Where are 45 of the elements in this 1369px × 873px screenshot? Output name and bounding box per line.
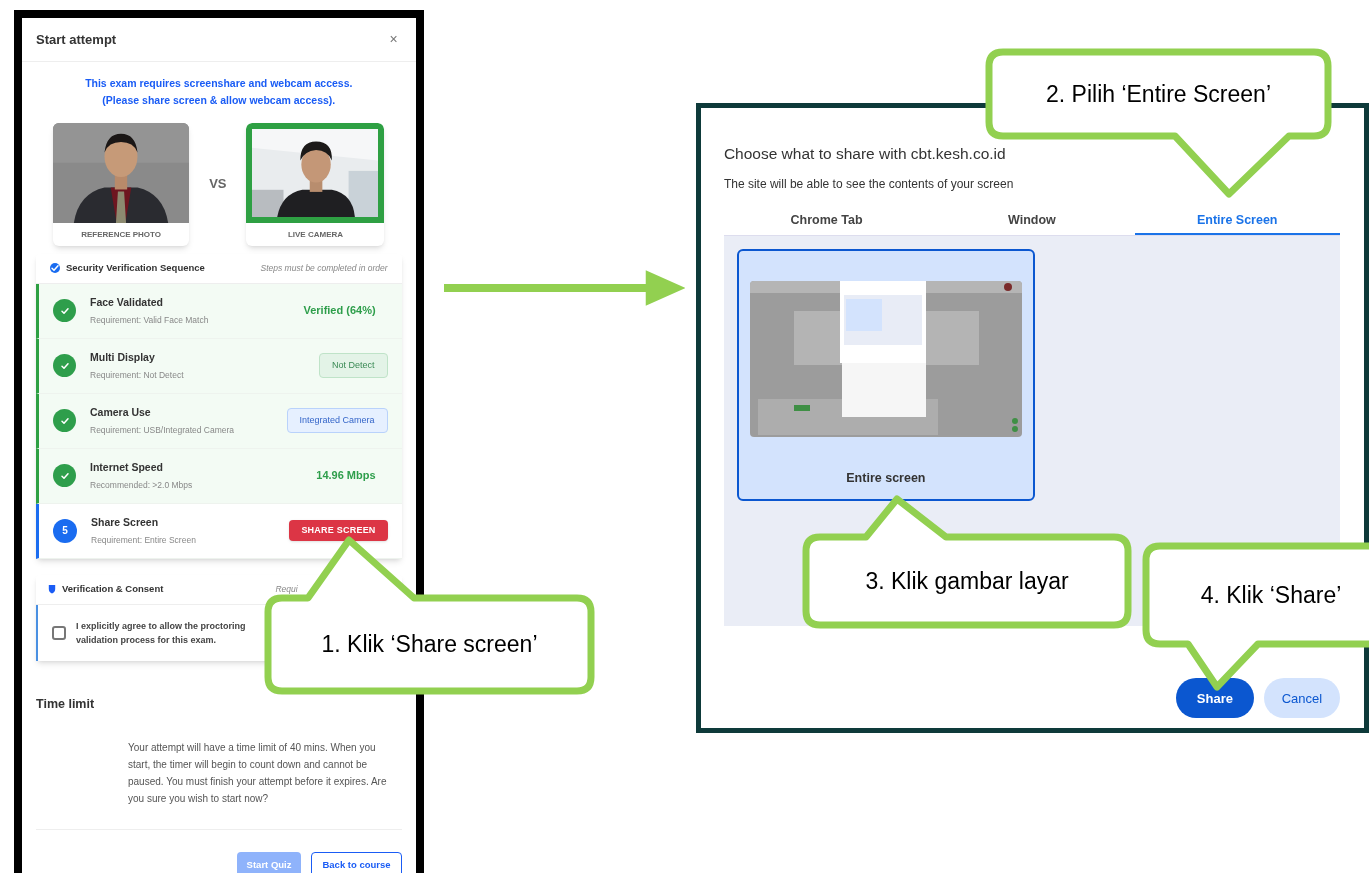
step-requirement: Recommended: >2.0 Mbps — [90, 478, 194, 492]
source-tab[interactable]: Window — [929, 207, 1135, 236]
step-requirement: Requirement: Not Detect — [90, 368, 185, 382]
step-requirement: Requirement: Entire Screen — [91, 533, 197, 547]
section-heading: Time limit — [36, 695, 96, 713]
section-note: Steps must be completed in order — [260, 261, 388, 275]
callout-text: 2. Pilih ‘Entire Screen’ — [1046, 79, 1271, 109]
step-title: Share Screen — [91, 514, 160, 530]
requirement-notice: (Please share screen & allow webcam access). — [102, 92, 336, 108]
step-requirement: Requirement: USB/Integrated Camera — [90, 423, 236, 437]
share-screen-button[interactable]: SHARE SCREEN — [289, 519, 388, 542]
step-title: Internet Speed — [90, 459, 164, 475]
check-icon — [50, 263, 60, 273]
share-button[interactable]: Share — [1175, 678, 1254, 719]
versus-label: VS — [209, 175, 227, 194]
step-title: Face Validated — [90, 294, 164, 310]
status-badge: Not Detect — [319, 352, 388, 379]
section-title: Security Verification Sequence — [66, 260, 205, 275]
callout-text: 1. Klik ‘Share screen’ — [321, 630, 538, 660]
section-note: Requi — [275, 582, 298, 596]
screen-option[interactable]: Entire screen — [736, 249, 1035, 502]
back-button[interactable]: Back to course — [311, 852, 402, 873]
step-title: Camera Use — [90, 404, 152, 420]
close-button[interactable]: × — [389, 29, 402, 50]
section-title: Verification & Consent — [62, 581, 164, 596]
dialog-subtitle: The site will be able to see the contents of your screen — [723, 176, 1015, 194]
step-requirement: Requirement: Valid Face Match — [90, 313, 210, 327]
shield-icon — [48, 584, 56, 594]
step-title: Multi Display — [90, 349, 156, 365]
callout-text: 3. Klik gambar layar — [865, 566, 1069, 596]
dialog-title: Choose what to share with cbt.kesh.co.id — [723, 144, 1007, 164]
callout-text: 4. Klik ‘Share’ — [1200, 580, 1342, 610]
requirement-notice: This exam requires screenshare and webcam access. — [85, 76, 353, 91]
modal-title: Start attempt — [36, 30, 117, 49]
consent-checkbox[interactable] — [52, 625, 66, 640]
time-limit-text: Your attempt will have a time limit of 40 mins. When you start, the timer will begin to count down and cannot be paused. You must finish your attempt before it expires. Are you sure you wish to start now? — [128, 741, 388, 807]
status-badge: Integrated Camera — [286, 407, 388, 434]
consent-text: I explicitly agree to allow the proctoring validation process for this exam. — [76, 619, 247, 647]
status-value: 14.96 Mbps — [316, 468, 376, 484]
status-value: Verified (64%) — [303, 303, 376, 319]
source-tab[interactable]: Chrome Tab — [723, 207, 930, 236]
cancel-button[interactable]: Cancel — [1263, 678, 1340, 719]
photo-label: REFERENCE PHOTO — [80, 228, 163, 241]
step-number: 5 — [53, 518, 77, 543]
photo-label: LIVE CAMERA — [286, 228, 345, 241]
